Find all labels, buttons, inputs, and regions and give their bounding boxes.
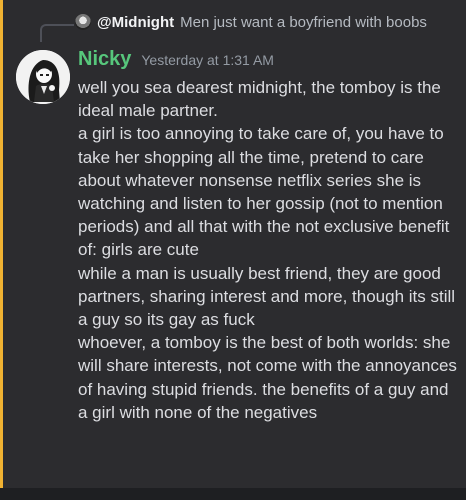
message-paragraph: while a man is usually best friend, they… — [78, 263, 456, 330]
message-paragraph: whoever, a tomboy is the best of both wo… — [78, 333, 457, 422]
message-paragraph: a girl is too annoying to take care of, … — [78, 124, 450, 260]
avatar[interactable] — [16, 50, 70, 104]
reply-preview[interactable]: @Midnight Men just want a boyfriend with… — [30, 8, 427, 36]
reply-author[interactable]: @Midnight — [97, 14, 174, 31]
avatar-image — [16, 50, 70, 104]
bottom-strip — [0, 488, 466, 500]
reply-avatar-icon[interactable] — [75, 14, 91, 30]
message-header: Nicky Yesterday at 1:31 AM — [78, 48, 274, 71]
message-content: well you sea dearest midnight, the tombo… — [78, 76, 458, 424]
message-container: @Midnight Men just want a boyfriend with… — [0, 0, 466, 500]
timestamp[interactable]: Yesterday at 1:31 AM — [141, 52, 274, 68]
reply-text[interactable]: Men just want a boyfriend with boobs — [180, 14, 427, 31]
message-paragraph: well you sea dearest midnight, the tombo… — [78, 78, 441, 121]
username[interactable]: Nicky — [78, 48, 131, 71]
mention-highlight-bar — [0, 0, 3, 488]
